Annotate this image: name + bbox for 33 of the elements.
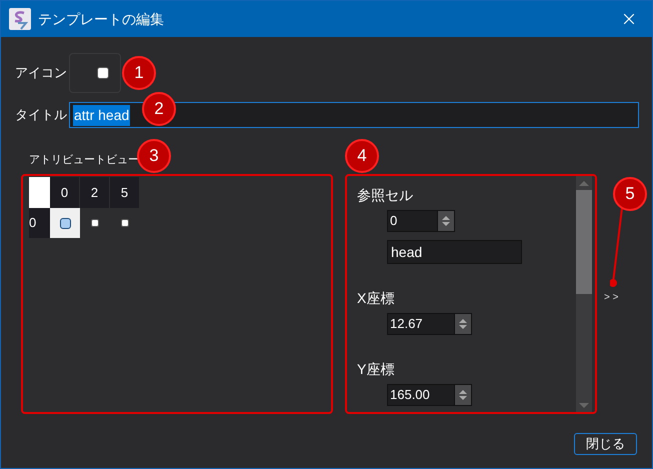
window-title: テンプレートの編集 (38, 10, 164, 28)
number-spin-field[interactable]: 165.00 (387, 384, 472, 406)
spin-arrows-icon[interactable] (454, 385, 471, 405)
app-logo-icon (9, 8, 31, 30)
close-button[interactable]: 閉じる (574, 433, 637, 455)
corner-cell (29, 177, 50, 208)
number-spin-field[interactable]: 12.67 (387, 313, 472, 335)
spin-arrows-icon[interactable] (454, 314, 471, 334)
callout-number: 3 (137, 139, 171, 173)
square-icon (121, 219, 129, 227)
column-header: 0 (50, 177, 80, 208)
expand-button[interactable]: > > (604, 289, 618, 305)
column-header: 2 (80, 177, 110, 208)
column-header: 5 (110, 177, 140, 208)
callout-number: 2 (142, 92, 176, 126)
title-label: タイトル (15, 106, 68, 124)
icon-label: アイコン (15, 64, 68, 82)
callout-number: 4 (345, 139, 379, 173)
spin-arrows-icon[interactable] (437, 211, 454, 231)
callout-number: 1 (122, 56, 156, 90)
number-spin-field[interactable]: 0 (387, 210, 455, 232)
property-heading: X座標 (357, 289, 396, 307)
property-heading: 参照セル (357, 186, 414, 204)
scrollbar[interactable] (576, 176, 592, 412)
property-heading: Y座標 (357, 360, 396, 378)
square-icon (97, 67, 109, 79)
icon-preview[interactable] (69, 53, 121, 93)
grid-cell[interactable] (50, 208, 80, 238)
text-field[interactable]: head (387, 240, 522, 264)
scroll-thumb[interactable] (576, 190, 592, 294)
callout-number: 5 (613, 177, 647, 211)
row-header: 0 (29, 208, 50, 238)
square-icon (91, 219, 99, 227)
